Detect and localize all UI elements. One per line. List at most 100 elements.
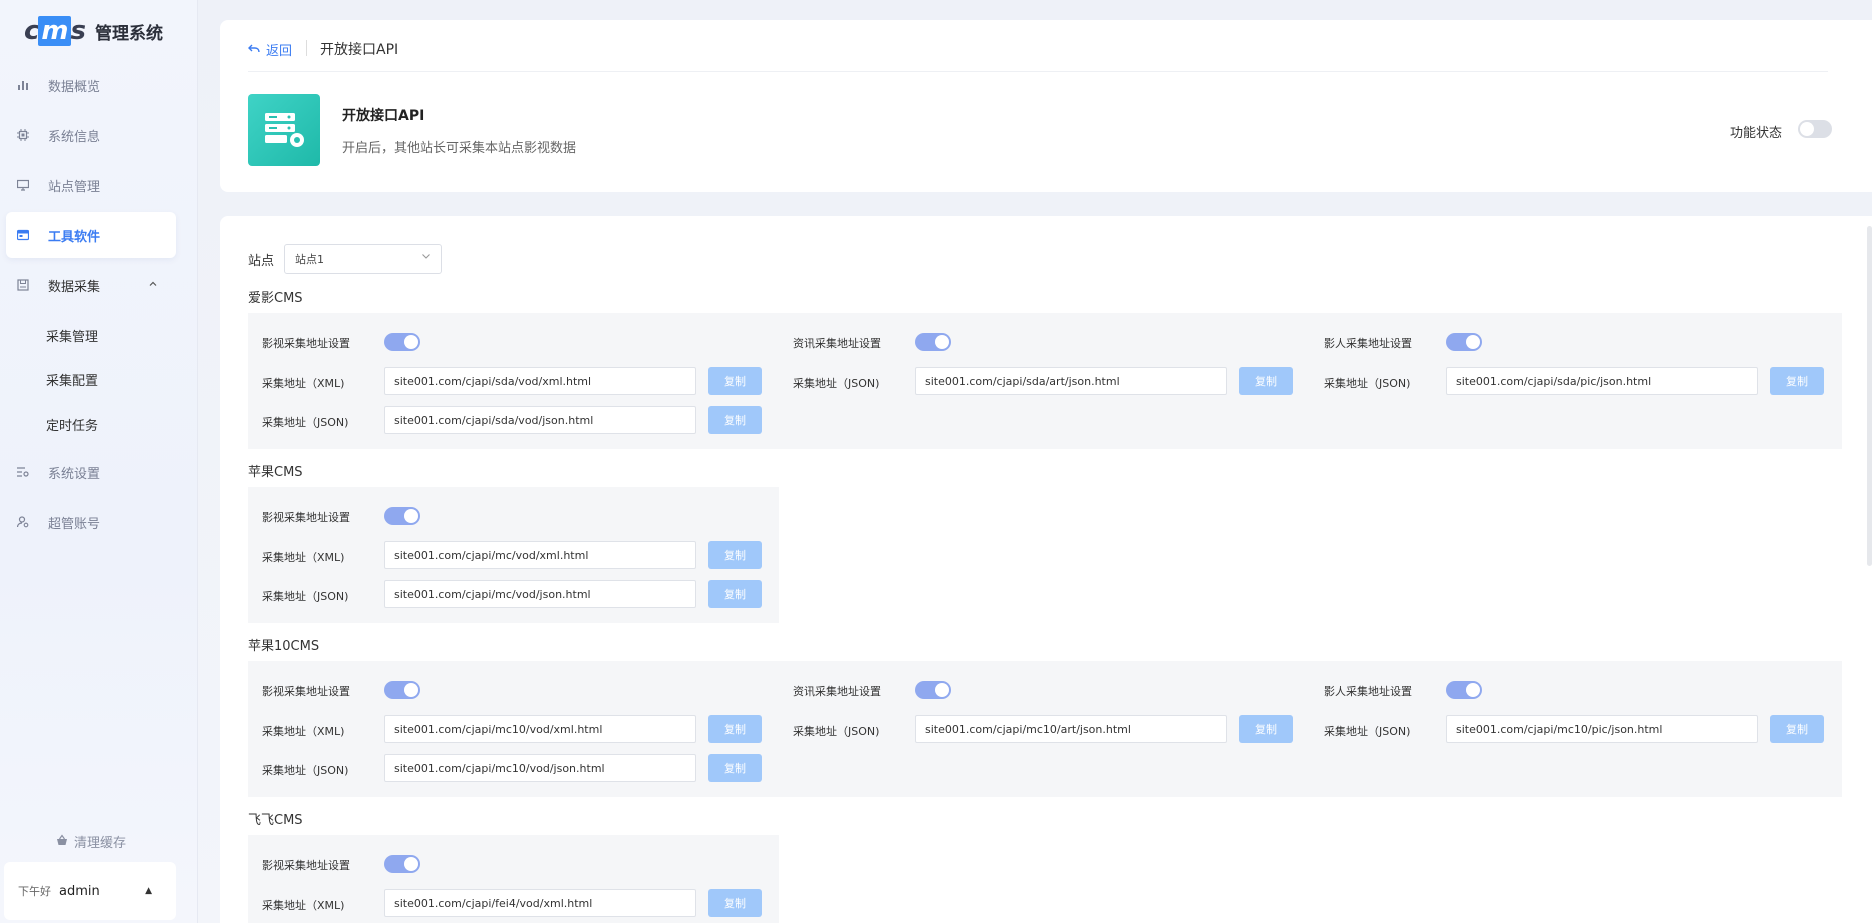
url-field[interactable]: site001.com/cjapi/fei4/vod/xml.html [384,889,696,917]
user-gear-icon [16,515,30,529]
copy-button[interactable]: 复制 [708,889,762,917]
api-app-icon [248,94,320,166]
group-toggle-label: 影视采集地址设置 [262,511,350,524]
copy-button[interactable]: 复制 [708,580,762,608]
chip-icon [16,128,30,142]
group-toggle-label: 影视采集地址设置 [262,337,350,350]
row-label: 采集地址（JSON) [1324,377,1411,390]
site-select[interactable]: 站点1 [284,244,442,274]
row-label: 采集地址（JSON) [262,764,349,777]
sidebar-item-system-settings[interactable]: 系统设置 [6,449,176,495]
copy-button[interactable]: 复制 [708,541,762,569]
group-toggle[interactable] [1446,681,1482,699]
username: admin [59,883,100,899]
group-toggle[interactable] [384,855,420,873]
group-toggle[interactable] [384,507,420,525]
url-field[interactable]: site001.com/cjapi/mc10/pic/json.html [1446,715,1758,743]
clear-cache-button[interactable]: 清理缓存 [56,832,126,851]
row-label: 采集地址（JSON) [793,377,880,390]
copy-button[interactable]: 复制 [708,715,762,743]
group-toggle-label: 影人采集地址设置 [1324,337,1412,350]
sidebar-item-label: 工具软件 [48,229,101,245]
main-card: 站点 站点1 爱影CMS 影视采集地址设置 采集地址（XML) site001.… [220,216,1872,923]
sidebar-item-label: 数据概览 [48,79,101,95]
sidebar-item-label: 系统信息 [48,129,101,145]
row-label: 采集地址（XML) [262,377,345,390]
settings-list-icon [16,465,30,479]
copy-button[interactable]: 复制 [1239,715,1293,743]
sidebar-item-tools[interactable]: 工具软件 [6,212,176,258]
feature-status-switch[interactable] [1798,120,1832,138]
copy-button[interactable]: 复制 [708,367,762,395]
section-panel: 影视采集地址设置 采集地址（XML) site001.com/cjapi/mc1… [248,661,1842,797]
sidebar-subitem-scheduled-tasks[interactable]: 定时任务 [46,415,98,434]
section-panel: 影视采集地址设置 采集地址（XML) site001.com/cjapi/mc/… [248,487,779,623]
row-label: 采集地址（JSON) [1324,725,1411,738]
greeting: 下午好 [18,885,51,898]
section-title: 苹果10CMS [248,639,320,654]
url-field[interactable]: site001.com/cjapi/mc10/art/json.html [915,715,1227,743]
section-title: 爱影CMS [248,291,303,306]
row-label: 采集地址（JSON) [793,725,880,738]
section-title: 飞飞CMS [248,813,303,828]
breadcrumb-divider [306,40,307,56]
back-button[interactable]: 返回 [248,40,292,59]
save-icon [16,278,30,292]
url-field[interactable]: site001.com/cjapi/mc/vod/xml.html [384,541,696,569]
sidebar-item-system-info[interactable]: 系统信息 [6,112,176,158]
status-label: 功能状态 [1729,126,1782,141]
group-toggle[interactable] [915,681,951,699]
section-title: 苹果CMS [248,465,303,480]
sidebar-item-label: 站点管理 [48,179,101,195]
basket-icon [56,834,68,849]
copy-button[interactable]: 复制 [708,754,762,782]
url-field[interactable]: site001.com/cjapi/mc/vod/json.html [384,580,696,608]
url-field[interactable]: site001.com/cjapi/sda/vod/xml.html [384,367,696,395]
copy-button[interactable]: 复制 [1239,367,1293,395]
breadcrumb: 开放接口API [320,42,399,58]
sidebar-item-overview[interactable]: 数据概览 [6,62,176,108]
feature-title: 开放接口API [342,108,425,124]
caret-up-icon: ▲ [145,886,152,896]
header-card: 返回 开放接口API 开放接口API 开启后，其他站长可采集本站点影视数据 功能… [220,20,1872,192]
section-panel: 影视采集地址设置 采集地址（XML) site001.com/cjapi/sda… [248,313,1842,449]
sidebar-item-data-collection[interactable]: 数据采集 [6,262,176,308]
row-label: 采集地址（XML) [262,551,345,564]
group-toggle[interactable] [384,681,420,699]
header-divider [248,71,1828,72]
sidebar-item-site-management[interactable]: 站点管理 [6,162,176,208]
sidebar-item-label: 系统设置 [48,466,101,482]
group-toggle-label: 影人采集地址设置 [1324,685,1412,698]
group-toggle-label: 影视采集地址设置 [262,859,350,872]
back-label: 返回 [266,44,293,59]
url-field[interactable]: site001.com/cjapi/sda/pic/json.html [1446,367,1758,395]
toolbox-icon [16,228,30,242]
url-field[interactable]: site001.com/cjapi/mc10/vod/xml.html [384,715,696,743]
copy-button[interactable]: 复制 [1770,367,1824,395]
sidebar-subitem-collect-config[interactable]: 采集配置 [46,370,98,389]
sidebar-subitem-collect-management[interactable]: 采集管理 [46,326,98,345]
logo-mark: cms [24,16,86,46]
user-menu[interactable]: 下午好 admin ▲ [4,862,176,920]
url-field[interactable]: site001.com/cjapi/sda/vod/json.html [384,406,696,434]
group-toggle-label: 资讯采集地址设置 [793,337,881,350]
scrollbar[interactable] [1867,226,1872,566]
group-toggle[interactable] [384,333,420,351]
row-label: 采集地址（XML) [262,899,345,912]
copy-button[interactable]: 复制 [708,406,762,434]
group-toggle-label: 资讯采集地址设置 [793,685,881,698]
group-toggle[interactable] [915,333,951,351]
row-label: 采集地址（JSON) [262,416,349,429]
url-field[interactable]: site001.com/cjapi/sda/art/json.html [915,367,1227,395]
sidebar-item-admin-account[interactable]: 超管账号 [6,499,176,545]
sidebar: cms 管理系统 数据概览 系统信息 站点管理 工具软件 数据采集 采集管理 采… [0,0,198,923]
logo-text: 管理系统 [95,23,163,44]
copy-button[interactable]: 复制 [1770,715,1824,743]
return-arrow-icon [248,43,260,57]
chevron-up-icon [148,279,158,292]
sidebar-item-label: 超管账号 [48,516,101,532]
monitor-icon [16,178,30,192]
url-field[interactable]: site001.com/cjapi/mc10/vod/json.html [384,754,696,782]
chevron-down-icon [421,251,431,264]
group-toggle[interactable] [1446,333,1482,351]
